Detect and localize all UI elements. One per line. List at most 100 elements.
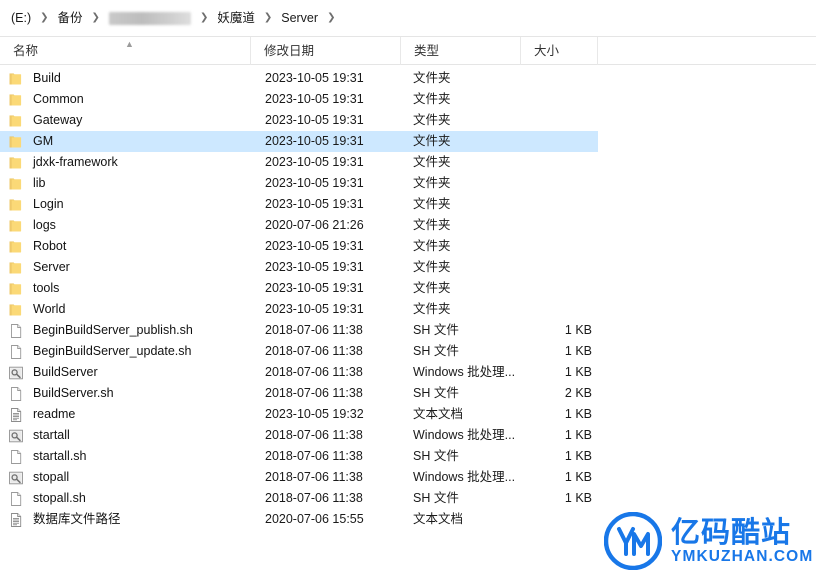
file-list-row[interactable]: tools 2023-10-05 19:31 文件夹 [0, 278, 598, 299]
file-name-cell[interactable]: Gateway [0, 110, 250, 131]
file-name-cell[interactable]: BeginBuildServer_publish.sh [0, 320, 250, 341]
breadcrumb-item-backup[interactable]: 备份 [53, 7, 88, 29]
ym-logo-icon [603, 511, 663, 571]
file-name-cell[interactable]: Build [0, 68, 250, 89]
breadcrumb-separator-icon[interactable]: ❯ [323, 10, 339, 26]
file-name-label: logs [33, 218, 56, 232]
file-list-row[interactable]: 数据库文件路径 2020-07-06 15:55 文本文档 [0, 509, 598, 530]
column-header-date[interactable]: 修改日期 [250, 36, 400, 65]
file-size-cell [520, 152, 598, 173]
file-name-cell[interactable]: stopall [0, 467, 250, 488]
file-name-label: Robot [33, 239, 67, 253]
file-name-cell[interactable]: readme [0, 404, 250, 425]
file-list-row[interactable]: BeginBuildServer_update.sh 2018-07-06 11:… [0, 341, 598, 362]
file-list-row[interactable]: startall 2018-07-06 11:38 Windows 批处理... 1 … [0, 425, 598, 446]
file-list-row[interactable]: BuildServer.sh 2018-07-06 11:38 SH 文件 2 KB [0, 383, 598, 404]
column-headers: 名称 ▲ 修改日期 类型 大小 [0, 36, 816, 65]
file-name-cell[interactable]: BuildServer.sh [0, 383, 250, 404]
file-type-cell: 文件夹 [413, 281, 451, 295]
file-date-cell: 2018-07-06 11:38 [265, 386, 363, 400]
file-list-row[interactable]: World 2023-10-05 19:31 文件夹 [0, 299, 598, 320]
file-date-cell: 2023-10-05 19:31 [265, 302, 364, 316]
folder-icon [8, 92, 24, 108]
file-type-cell: SH 文件 [413, 344, 459, 358]
file-date-cell: 2023-10-05 19:31 [265, 92, 364, 106]
file-type-cell: 文本文档 [413, 512, 464, 526]
file-name-cell[interactable]: Robot [0, 236, 250, 257]
file-name-label: BuildServer.sh [33, 386, 114, 400]
file-list[interactable]: Build 2023-10-05 19:31 文件夹 Common 2023-10-05… [0, 65, 816, 530]
file-name-label: 数据库文件路径 [33, 512, 121, 526]
file-list-row[interactable]: Login 2023-10-05 19:31 文件夹 [0, 194, 598, 215]
column-header-type[interactable]: 类型 [400, 36, 520, 65]
file-name-cell[interactable]: tools [0, 278, 250, 299]
breadcrumb-item-yaomodao[interactable]: 妖魔道 [212, 7, 260, 29]
file-list-row[interactable]: stopall 2018-07-06 11:38 Windows 批处理... 1 K… [0, 467, 598, 488]
file-list-row[interactable]: stopall.sh 2018-07-06 11:38 SH 文件 1 KB [0, 488, 598, 509]
file-name-cell[interactable]: GM [0, 131, 250, 152]
file-name-cell[interactable]: lib [0, 173, 250, 194]
watermark-en-text: YMKUZHAN.COM [671, 548, 814, 565]
column-header-name[interactable]: 名称 ▲ [0, 37, 250, 65]
file-size-cell [520, 509, 598, 530]
file-list-row[interactable]: lib 2023-10-05 19:31 文件夹 [0, 173, 598, 194]
file-list-row[interactable]: jdxk-framework 2023-10-05 19:31 文件夹 [0, 152, 598, 173]
file-type-cell: Windows 批处理... [413, 470, 516, 484]
file-list-row[interactable]: logs 2020-07-06 21:26 文件夹 [0, 215, 598, 236]
breadcrumb-item-server[interactable]: Server [276, 7, 323, 29]
folder-icon [8, 218, 24, 234]
file-name-label: Gateway [33, 113, 83, 127]
file-name-label: startall.sh [33, 449, 87, 463]
breadcrumb-item-drive[interactable]: (E:) [6, 7, 36, 29]
file-list-row[interactable]: BuildServer 2018-07-06 11:38 Windows 批处理..… [0, 362, 598, 383]
file-name-cell[interactable]: stopall.sh [0, 488, 250, 509]
file-date-cell: 2023-10-05 19:31 [265, 155, 364, 169]
file-list-row[interactable]: Gateway 2023-10-05 19:31 文件夹 [0, 110, 598, 131]
file-list-row[interactable]: GM 2023-10-05 19:31 文件夹 [0, 131, 598, 152]
file-list-row[interactable]: readme 2023-10-05 19:32 文本文档 1 KB [0, 404, 598, 425]
batch-file-icon [8, 470, 24, 486]
file-date-cell: 2018-07-06 11:38 [265, 449, 363, 463]
file-list-row[interactable]: BeginBuildServer_publish.sh 2018-07-06 11… [0, 320, 598, 341]
file-size-cell [520, 278, 598, 299]
folder-icon [8, 71, 24, 87]
file-name-cell[interactable]: World [0, 299, 250, 320]
column-header-size[interactable]: 大小 [520, 36, 598, 65]
breadcrumb[interactable]: (E:) ❯ 备份 ❯ ❯ 妖魔道 ❯ Server ❯ [0, 0, 816, 37]
watermark: 亿码酷站 YMKUZHAN.COM [603, 511, 814, 571]
file-name-cell[interactable]: jdxk-framework [0, 152, 250, 173]
file-name-label: lib [33, 176, 46, 190]
file-list-row[interactable]: Common 2023-10-05 19:31 文件夹 [0, 89, 598, 110]
file-date-cell: 2018-07-06 11:38 [265, 323, 363, 337]
file-size-cell [520, 173, 598, 194]
file-size-cell: 1 KB [564, 449, 592, 463]
file-name-cell[interactable]: 数据库文件路径 [0, 509, 250, 530]
file-name-cell[interactable]: startall.sh [0, 446, 250, 467]
file-date-cell: 2018-07-06 11:38 [265, 365, 363, 379]
file-size-cell [520, 110, 598, 131]
file-name-cell[interactable]: Common [0, 89, 250, 110]
file-name-label: BuildServer [33, 365, 98, 379]
file-list-row[interactable]: startall.sh 2018-07-06 11:38 SH 文件 1 KB [0, 446, 598, 467]
file-size-cell [520, 89, 598, 110]
file-name-cell[interactable]: BeginBuildServer_update.sh [0, 341, 250, 362]
text-document-icon [8, 407, 24, 423]
breadcrumb-separator-icon: ❯ [40, 12, 49, 23]
file-type-cell: 文本文档 [413, 407, 464, 421]
file-size-cell [520, 194, 598, 215]
file-size-cell [520, 257, 598, 278]
file-name-cell[interactable]: BuildServer [0, 362, 250, 383]
file-date-cell: 2018-07-06 11:38 [265, 491, 363, 505]
file-list-row[interactable]: Robot 2023-10-05 19:31 文件夹 [0, 236, 598, 257]
file-name-cell[interactable]: startall [0, 425, 250, 446]
breadcrumb-separator-icon: ❯ [199, 12, 209, 23]
file-list-row[interactable]: Build 2023-10-05 19:31 文件夹 [0, 68, 598, 89]
file-list-row[interactable]: Server 2023-10-05 19:31 文件夹 [0, 257, 598, 278]
blank-document-icon [8, 491, 24, 507]
file-date-cell: 2018-07-06 11:38 [265, 428, 363, 442]
file-name-cell[interactable]: Login [0, 194, 250, 215]
breadcrumb-item-redacted[interactable] [108, 11, 191, 25]
folder-icon [8, 176, 24, 192]
file-name-cell[interactable]: logs [0, 215, 250, 236]
file-name-cell[interactable]: Server [0, 257, 250, 278]
